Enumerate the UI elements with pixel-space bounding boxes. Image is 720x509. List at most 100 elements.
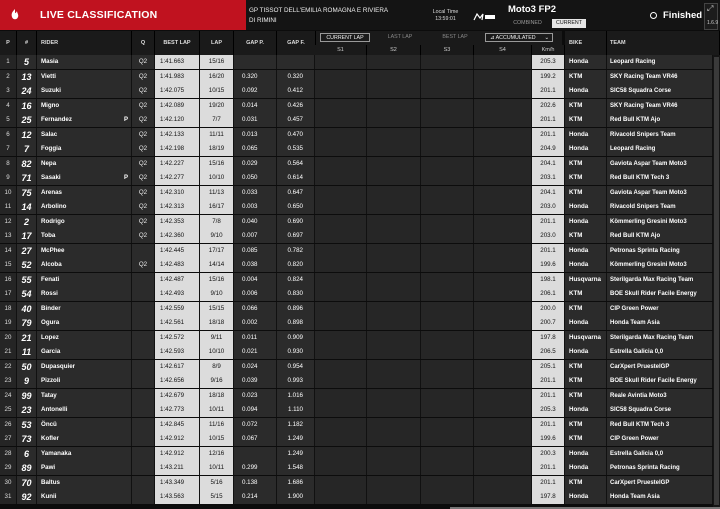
table-row[interactable]: 27 73 Kofler 1:42.912 10/15 0.067 1.249 199.6 KT…: [0, 432, 720, 447]
row-rider-number-text: 89: [21, 463, 32, 473]
row-rider-number: 9: [17, 374, 37, 388]
row-sector-2: [367, 84, 421, 98]
row-bike-text: KTM: [569, 232, 583, 239]
row-sector-3: [421, 272, 474, 287]
row-speed-text: 200.3: [540, 449, 556, 457]
row-qualifier-text: Q2: [138, 232, 148, 239]
table-row[interactable]: 2 13 Vietti Q2 1:41.983 16/20 0.320 0.320 199.2 K…: [0, 69, 720, 85]
row-gap-previous-text: 0.038: [242, 261, 258, 268]
table-row[interactable]: 4 16 Migno Q2 1:42.089 19/20 0.014 0.426 202.6 KT…: [0, 98, 720, 114]
window-controls[interactable]: ⤢ 1.6.9: [704, 3, 718, 30]
table-row[interactable]: 1 5 Masia Q2 1:41.663 15/16 205.3 Honda Leopard …: [0, 55, 720, 70]
row-lap-count-text: 11/16: [208, 420, 225, 428]
row-qualifier-text: Q2: [138, 87, 148, 94]
table-row[interactable]: 29 89 Pawi 1:43.211 10/11 0.299 1.548 201.1 Hond…: [0, 461, 720, 476]
table-row[interactable]: 5 25 Fernandez P Q2 1:42.120 7/7 0.031 0.457 201.…: [0, 113, 720, 128]
table-row[interactable]: 20 21 Lopez 1:42.572 9/11 0.011 0.909 197.8 Husq…: [0, 330, 720, 346]
table-row[interactable]: 9 71 Sasaki P Q2 1:42.277 10/10 0.050 0.614 203.1…: [0, 171, 720, 186]
table-row[interactable]: 10 75 Arenas Q2 1:42.310 11/13 0.033 0.647 204.1…: [0, 185, 720, 201]
row-lap-count-text: 9/10: [210, 232, 223, 239]
row-gap-previous-text: 0.050: [242, 174, 258, 181]
row-rider-name-text: Toba: [41, 232, 56, 239]
table-row[interactable]: 25 23 Antonelli 1:42.773 10/11 0.094 1.110 205.…: [0, 403, 720, 418]
row-team-text: SIC58 Squadra Corse: [610, 88, 672, 94]
row-best-lap-text: 1:43.211: [160, 464, 184, 471]
row-speed-text: 199.6: [540, 261, 556, 268]
table-row[interactable]: 3 24 Suzuki Q2 1:42.075 10/15 0.092 0.412 201.1 H…: [0, 84, 720, 99]
col-header-q[interactable]: Q: [132, 31, 155, 55]
vertical-scrollbar[interactable]: [713, 55, 720, 507]
table-row[interactable]: 16 55 Fenati 1:42.487 15/16 0.004 0.824 198.1 Hu…: [0, 272, 720, 288]
row-bike-text: KTM: [569, 304, 583, 312]
row-position: 21: [0, 345, 17, 359]
row-position: 12: [0, 214, 17, 229]
table-row[interactable]: 15 52 Alcoba Q2 1:42.483 14/14 0.038 0.820 199.6…: [0, 258, 720, 273]
table-row[interactable]: 22 50 Dupasquier 1:42.617 8/9 0.024 0.954 205.1…: [0, 359, 720, 375]
row-rider-name-text: Vietti: [41, 72, 57, 80]
table-row[interactable]: 12 2 Rodrigo Q2 1:42.353 7/8 0.040 0.690 201.1 Ho…: [0, 214, 720, 230]
row-speed-text: 204.9: [540, 145, 556, 152]
row-gap-previous-text: 0.031: [242, 116, 258, 123]
col-header-gap-p[interactable]: GAP P.: [234, 31, 277, 55]
row-sector-2: [367, 69, 421, 84]
row-sector-1: [315, 258, 367, 272]
row-sector-1: [315, 461, 367, 475]
tab-current-lap[interactable]: CURRENT LAP: [320, 33, 370, 42]
scrollbar-thumb[interactable]: [714, 57, 719, 505]
table-row[interactable]: 18 40 Binder 1:42.559 15/15 0.066 0.896 200.0 KT…: [0, 301, 720, 317]
col-header-pos[interactable]: P: [0, 31, 17, 55]
row-speed: 204.1: [532, 185, 565, 200]
tab-best-lap[interactable]: BEST LAP: [430, 33, 480, 42]
event-name: GP TISSOT DELL'EMILIA ROMAGNA E RIVIERA …: [249, 7, 388, 24]
table-row[interactable]: 23 9 Pizzoli 1:42.656 9/16 0.039 0.993 201.1 KTM…: [0, 374, 720, 389]
row-best-lap-text: 1:41.983: [160, 72, 185, 80]
table-row[interactable]: 19 79 Ogura 1:42.561 18/18 0.002 0.898 200.7 Hon…: [0, 316, 720, 331]
row-team-text: Red Bull KTM Tech 3: [610, 421, 670, 428]
table-row[interactable]: 24 99 Tatay 1:42.679 18/18 0.023 1.016 201.1 KTM…: [0, 388, 720, 404]
accumulated-dropdown[interactable]: ⊿ ACCUMULATED ⌄: [485, 33, 553, 42]
row-team: Reale Avintia Moto3: [607, 388, 713, 403]
row-lap-count-text: 12/16: [208, 449, 225, 457]
table-row[interactable]: 26 53 Öncü 1:42.845 11/16 0.072 1.182 201.1 KTM R…: [0, 417, 720, 433]
fullscreen-icon[interactable]: ⤢: [707, 5, 713, 13]
col-header-bike[interactable]: BIKE: [565, 31, 607, 55]
row-bike: Honda: [565, 403, 607, 417]
col-header-lap[interactable]: LAP: [200, 31, 234, 55]
col-header-num[interactable]: #: [17, 31, 37, 55]
row-team: Estrella Galicia 0,0: [607, 446, 713, 461]
table-row[interactable]: 11 14 Arbolino Q2 1:42.313 16/17 0.003 0.650 203…: [0, 200, 720, 215]
row-sector-1: [315, 229, 367, 243]
row-team: Rivacold Snipers Team: [607, 127, 713, 142]
row-best-lap: 1:42.912: [155, 446, 200, 461]
row-gap-first-text: 1.548: [287, 464, 303, 471]
row-sector-4: [474, 417, 532, 432]
table-row[interactable]: 8 82 Nepa Q2 1:42.227 15/16 0.029 0.564 204.1 KTM…: [0, 156, 720, 172]
row-best-lap: 1:43.349: [155, 475, 200, 490]
col-header-team[interactable]: TEAM: [607, 31, 720, 55]
table-row[interactable]: 14 27 McPhee 1:42.445 17/17 0.085 0.782 201.1 Ho…: [0, 243, 720, 259]
table-row[interactable]: 17 54 Rossi 1:42.493 9/10 0.006 0.830 206.1 KTM B…: [0, 287, 720, 302]
row-rider-name-text: Suzuki: [41, 87, 61, 94]
table-row[interactable]: 7 7 Foggia Q2 1:42.198 18/19 0.065 0.535 204.9 Ho…: [0, 142, 720, 157]
table-row[interactable]: 31 92 Kunii 1:43.563 5/15 0.214 1.900 197.8 Hond…: [0, 490, 720, 505]
row-rider-number-text: 21: [21, 332, 32, 343]
table-row[interactable]: 6 12 Salac Q2 1:42.133 11/11 0.013 0.470 201.1 Ho…: [0, 127, 720, 143]
row-team-text: Red Bull KTM Tech 3: [610, 175, 670, 181]
col-header-best-lap[interactable]: BEST LAP: [155, 31, 200, 55]
col-header-rider[interactable]: RIDER: [37, 31, 132, 55]
row-team-text: SKY Racing Team VR46: [610, 102, 678, 109]
row-rider-name-text: Dupasquier: [41, 362, 76, 370]
row-bike: Honda: [565, 142, 607, 156]
table-row[interactable]: 28 6 Yamanaka 1:42.912 12/16 1.249 200.3 Honda E…: [0, 446, 720, 462]
table-row[interactable]: 30 70 Baltus 1:43.349 5/16 0.138 1.686 201.1 KTM…: [0, 475, 720, 491]
table-row[interactable]: 21 11 Garcia 1:42.593 10/10 0.021 0.930 206.5 Ho…: [0, 345, 720, 360]
row-rider-name: Binder: [37, 301, 132, 316]
tab-last-lap[interactable]: LAST LAP: [375, 33, 425, 42]
col-header-gap-f[interactable]: GAP F.: [277, 31, 316, 55]
tab-combined[interactable]: COMBINED: [506, 19, 549, 28]
row-sector-3: [421, 243, 474, 258]
table-row[interactable]: 13 17 Toba Q2 1:42.360 9/10 0.007 0.697 203.0 KTM…: [0, 229, 720, 244]
row-sector-2: [367, 403, 421, 417]
row-rider-name-text: Kunii: [41, 493, 57, 500]
tab-current[interactable]: CURRENT: [552, 19, 586, 28]
